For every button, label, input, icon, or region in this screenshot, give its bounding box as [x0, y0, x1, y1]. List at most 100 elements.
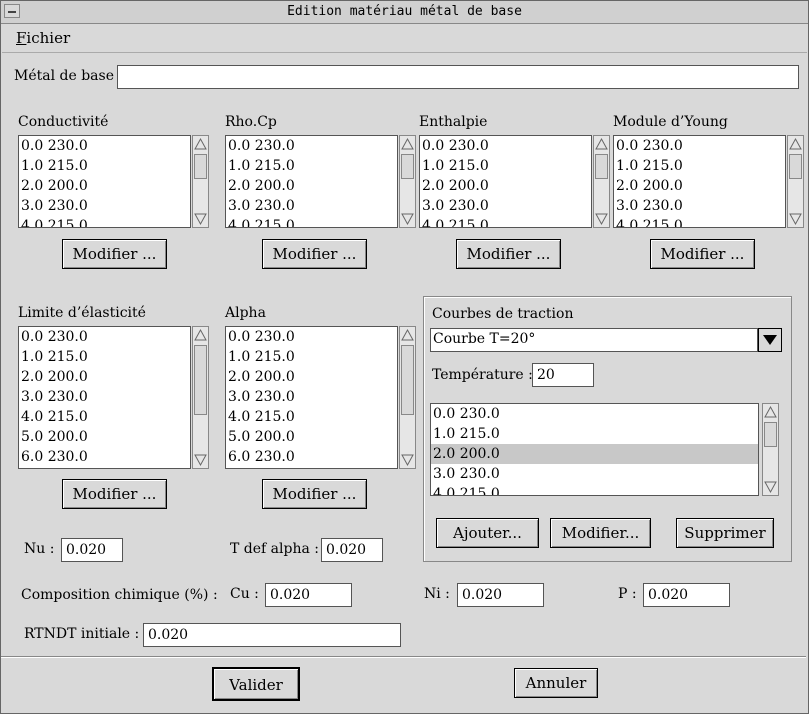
list-item[interactable]: 2.0 200.0 — [420, 176, 591, 196]
scroll-up-arrow-icon[interactable] — [789, 137, 802, 151]
list-item[interactable]: 4.0 215.0 — [19, 216, 190, 227]
validate-button[interactable]: Valider — [212, 667, 300, 701]
curve-select[interactable]: Courbe T=20° — [430, 328, 758, 352]
curve-select-dropdown[interactable] — [758, 328, 782, 352]
list-item[interactable]: 5.0 200.0 — [19, 427, 190, 447]
rho-cp-scrollbar[interactable] — [399, 135, 416, 228]
scroll-down-arrow-icon[interactable] — [764, 480, 777, 494]
list-item[interactable]: 0.0 230.0 — [226, 327, 397, 347]
temperature-label: Température : — [432, 367, 533, 383]
list-item[interactable]: 4.0 215.0 — [614, 216, 785, 227]
scroll-up-arrow-icon[interactable] — [401, 328, 414, 342]
rho-cp-modify-button[interactable]: Modifier ... — [262, 239, 367, 269]
yield-limit-scrollbar[interactable] — [192, 326, 209, 469]
scroll-down-arrow-icon[interactable] — [194, 212, 207, 226]
list-item[interactable]: 1.0 215.0 — [614, 156, 785, 176]
scroll-thumb[interactable] — [194, 345, 207, 415]
add-curve-point-button[interactable]: Ajouter... — [436, 518, 539, 548]
scroll-down-arrow-icon[interactable] — [401, 453, 414, 467]
list-item[interactable]: 2.0 200.0 — [614, 176, 785, 196]
scroll-thumb[interactable] — [401, 154, 414, 179]
cancel-button[interactable]: Annuler — [514, 668, 598, 698]
list-item[interactable]: 6.0 230.0 — [226, 447, 397, 467]
p-input[interactable]: 0.020 — [643, 583, 730, 607]
list-item[interactable]: 4.0 215.0 — [226, 407, 397, 427]
scroll-up-arrow-icon[interactable] — [401, 137, 414, 151]
scroll-up-arrow-icon[interactable] — [764, 405, 777, 419]
list-item[interactable]: 3.0 230.0 — [226, 387, 397, 407]
list-item[interactable]: 1.0 215.0 — [420, 156, 591, 176]
list-item[interactable]: 3.0 230.0 — [19, 387, 190, 407]
list-item[interactable]: 4.0 215.0 — [420, 216, 591, 227]
base-metal-input[interactable] — [117, 65, 799, 89]
yield-limit-label: Limite d’élasticité — [18, 305, 146, 321]
list-item[interactable]: 2.0 200.0 — [19, 176, 190, 196]
alpha-scrollbar[interactable] — [399, 326, 416, 469]
list-item[interactable]: 0.0 230.0 — [614, 136, 785, 156]
list-item[interactable]: 4.0 215.0 — [19, 407, 190, 427]
scroll-thumb[interactable] — [401, 345, 414, 415]
scroll-down-arrow-icon[interactable] — [194, 453, 207, 467]
scroll-up-arrow-icon[interactable] — [595, 137, 608, 151]
scroll-down-arrow-icon[interactable] — [789, 212, 802, 226]
ni-input[interactable]: 0.020 — [457, 583, 544, 607]
list-item[interactable]: 0.0 230.0 — [226, 136, 397, 156]
young-modulus-list[interactable]: 0.0 230.0 1.0 215.0 2.0 200.0 3.0 230.0 4.0 … — [613, 135, 786, 228]
scroll-down-arrow-icon[interactable] — [595, 212, 608, 226]
title-bar: Edition matériau métal de base — [1, 1, 808, 24]
list-item[interactable]: 2.0 200.0 — [431, 444, 758, 464]
scroll-thumb[interactable] — [789, 154, 802, 179]
alpha-modify-button[interactable]: Modifier ... — [262, 479, 367, 509]
list-item[interactable]: 2.0 200.0 — [226, 367, 397, 387]
cu-input[interactable]: 0.020 — [265, 583, 352, 607]
delete-curve-point-button[interactable]: Supprimer — [676, 518, 774, 548]
list-item[interactable]: 1.0 215.0 — [19, 347, 190, 367]
list-item[interactable]: 3.0 230.0 — [226, 196, 397, 216]
list-item[interactable]: 6.0 230.0 — [19, 447, 190, 467]
yield-limit-modify-button[interactable]: Modifier ... — [62, 479, 167, 509]
list-item[interactable]: 4.0 215.0 — [226, 216, 397, 227]
nu-input[interactable]: 0.020 — [61, 538, 123, 562]
list-item[interactable]: 0.0 230.0 — [19, 327, 190, 347]
list-item[interactable]: 2.0 200.0 — [226, 176, 397, 196]
list-item[interactable]: 0.0 230.0 — [19, 136, 190, 156]
list-item[interactable]: 0.0 230.0 — [431, 404, 758, 424]
traction-scrollbar[interactable] — [762, 403, 779, 496]
conductivity-list[interactable]: 0.0 230.0 1.0 215.0 2.0 200.0 3.0 230.0 4.0 … — [18, 135, 191, 228]
alpha-list[interactable]: 0.0 230.0 1.0 215.0 2.0 200.0 3.0 230.0 4.0 … — [225, 326, 398, 469]
scroll-thumb[interactable] — [595, 154, 608, 179]
triangle-down-icon — [763, 335, 777, 345]
list-item[interactable]: 1.0 215.0 — [226, 156, 397, 176]
enthalpy-scrollbar[interactable] — [593, 135, 610, 228]
scroll-thumb[interactable] — [194, 154, 207, 179]
young-modulus-modify-button[interactable]: Modifier ... — [650, 239, 755, 269]
enthalpy-list[interactable]: 0.0 230.0 1.0 215.0 2.0 200.0 3.0 230.0 4.0 … — [419, 135, 592, 228]
list-item[interactable]: 3.0 230.0 — [431, 464, 758, 484]
young-modulus-scrollbar[interactable] — [787, 135, 804, 228]
scroll-up-arrow-icon[interactable] — [194, 137, 207, 151]
scroll-up-arrow-icon[interactable] — [194, 328, 207, 342]
scroll-thumb[interactable] — [764, 422, 777, 447]
list-item[interactable]: 4.0 215.0 — [431, 484, 758, 495]
traction-list[interactable]: 0.0 230.0 1.0 215.0 2.0 200.0 3.0 230.0 4.0 … — [430, 403, 759, 496]
scroll-down-arrow-icon[interactable] — [401, 212, 414, 226]
list-item[interactable]: 3.0 230.0 — [19, 196, 190, 216]
list-item[interactable]: 5.0 200.0 — [226, 427, 397, 447]
yield-limit-list[interactable]: 0.0 230.0 1.0 215.0 2.0 200.0 3.0 230.0 4.0 … — [18, 326, 191, 469]
modify-curve-point-button[interactable]: Modifier... — [550, 518, 651, 548]
rho-cp-list[interactable]: 0.0 230.0 1.0 215.0 2.0 200.0 3.0 230.0 4.0 … — [225, 135, 398, 228]
list-item[interactable]: 1.0 215.0 — [226, 347, 397, 367]
list-item[interactable]: 3.0 230.0 — [614, 196, 785, 216]
temperature-input[interactable]: 20 — [532, 363, 594, 387]
conductivity-scrollbar[interactable] — [192, 135, 209, 228]
menu-fichier[interactable]: Fichier — [16, 29, 70, 47]
t-def-alpha-input[interactable]: 0.020 — [321, 538, 383, 562]
list-item[interactable]: 1.0 215.0 — [19, 156, 190, 176]
list-item[interactable]: 2.0 200.0 — [19, 367, 190, 387]
list-item[interactable]: 1.0 215.0 — [431, 424, 758, 444]
rtndt-input[interactable]: 0.020 — [143, 623, 401, 647]
list-item[interactable]: 3.0 230.0 — [420, 196, 591, 216]
conductivity-modify-button[interactable]: Modifier ... — [62, 239, 167, 269]
list-item[interactable]: 0.0 230.0 — [420, 136, 591, 156]
enthalpy-modify-button[interactable]: Modifier ... — [456, 239, 561, 269]
